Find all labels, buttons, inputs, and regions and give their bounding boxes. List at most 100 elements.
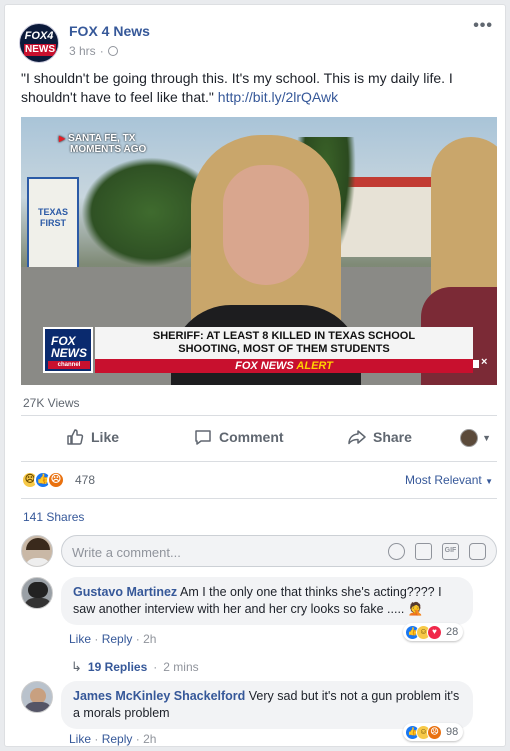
alert-word: ALERT (296, 360, 333, 372)
globe-icon (107, 46, 118, 56)
emoji-icon[interactable] (388, 543, 405, 560)
avatar-hair (26, 538, 50, 550)
divider (21, 461, 497, 462)
speaker-shape (473, 360, 479, 368)
avatar-body (24, 598, 52, 608)
post-meta: 3 hrs · (69, 44, 118, 58)
video-sign: TEXAS FIRST (27, 177, 79, 277)
fox-news-logo: FOX NEWS channel (43, 327, 93, 373)
avatar-body (24, 702, 52, 712)
reactions-summary: ☹ 👍 ☹ 478 Most Relevant ▼ (21, 470, 497, 490)
page-name-link[interactable]: FOX 4 News (69, 23, 150, 39)
share-label: Share (373, 429, 412, 445)
headline-line1: SHERIFF: AT LEAST 8 KILLED IN TEXAS SCHO… (152, 330, 416, 342)
logo-line2: NEWS (51, 346, 87, 360)
alert-prefix: FOX NEWS (235, 360, 294, 372)
post-card: FOX4 NEWS FOX 4 News 3 hrs · ••• "I shou… (4, 4, 506, 747)
angry-reaction-icon: ☹ (47, 471, 65, 489)
commenter-avatar[interactable] (21, 577, 53, 609)
avatar-body (24, 558, 52, 566)
replies-label: 19 Replies (87, 660, 148, 674)
action-bar: Like Comment Share ▼ (21, 427, 497, 453)
comment-time[interactable]: 2h (143, 732, 156, 746)
mute-icon[interactable]: × (473, 356, 489, 371)
comment-reactions[interactable]: 👍 ☺ ☹ 98 (403, 723, 464, 741)
location-line1: SANTA FE, TX (68, 133, 136, 144)
news-lower-third: FOX NEWS channel SHERIFF: AT LEAST 8 KIL… (43, 327, 473, 373)
meta-dot: · (94, 732, 102, 746)
logo-text-bottom: NEWS (24, 44, 56, 56)
camera-icon[interactable] (415, 543, 432, 560)
comment-input[interactable] (72, 542, 372, 562)
user-avatar (460, 429, 479, 447)
meta-dot: · (135, 632, 144, 646)
angry-reaction-icon: ☹ (427, 724, 442, 740)
more-options-icon[interactable]: ••• (473, 17, 493, 35)
page-avatar[interactable]: FOX4 NEWS (19, 23, 59, 63)
meta-dot: · (94, 632, 102, 646)
mute-x: × (481, 356, 488, 368)
comment-button[interactable]: Comment (193, 427, 284, 447)
commenter-name[interactable]: James McKinley Shackelford (73, 689, 245, 703)
post-time[interactable]: 3 hrs (69, 44, 96, 58)
video-player[interactable]: TEXAS FIRST ▶ SANTA FE, TX MOMENTS AGO FO… (21, 117, 497, 385)
logo-text-top: FOX4 (24, 30, 54, 42)
divider (21, 498, 497, 499)
reply-arrow-icon: ↳ (71, 659, 82, 674)
divider (21, 415, 497, 416)
share-icon (348, 430, 366, 445)
post-link[interactable]: http://bit.ly/2lrQAwk (218, 89, 338, 105)
location-arrow-icon: ▶ (59, 134, 66, 143)
meta-dot: · (135, 732, 144, 746)
replies-time: 2 mins (163, 660, 199, 674)
comment-actions: Like · Reply · 2h (69, 632, 156, 646)
sort-comments-dropdown[interactable]: Most Relevant ▼ (405, 473, 493, 487)
thumbs-up-icon (67, 429, 84, 445)
comment-like-link[interactable]: Like (69, 632, 91, 646)
share-button[interactable]: Share (347, 427, 412, 447)
shares-count[interactable]: 141 Shares (23, 510, 84, 524)
gif-icon[interactable]: GIF (442, 543, 459, 560)
comment-reply-link[interactable]: Reply (102, 732, 133, 746)
news-alert-bar: FOX NEWS ALERT (95, 359, 473, 373)
like-button[interactable]: Like (65, 427, 119, 447)
comment-bubble: Gustavo Martinez Am I the only one that … (61, 577, 473, 625)
meta-dot: · (153, 660, 158, 674)
post-text: "I shouldn't be going through this. It's… (21, 69, 491, 107)
love-reaction-icon: ♥ (427, 624, 442, 640)
sticker-icon[interactable] (469, 543, 486, 560)
comment-label: Comment (219, 429, 284, 445)
commenter-name[interactable]: Gustavo Martinez (73, 585, 177, 599)
location-tag: ▶ SANTA FE, TX MOMENTS AGO (59, 133, 146, 155)
avatar-head (28, 582, 48, 598)
comment-reaction-count: 98 (446, 726, 459, 738)
composer-avatar (21, 535, 53, 567)
comment-reaction-count: 28 (446, 626, 459, 638)
reaction-icons[interactable]: ☹ 👍 ☹ (21, 471, 65, 489)
person-face (223, 165, 309, 285)
chevron-down-icon: ▼ (485, 477, 493, 486)
comment-composer[interactable]: GIF (61, 535, 497, 567)
comment-reply-link[interactable]: Reply (102, 632, 133, 646)
comment-time[interactable]: 2h (143, 632, 156, 646)
comment-icon (195, 430, 211, 445)
comment-actions: Like · Reply · 2h (69, 732, 156, 746)
post-as-selector[interactable]: ▼ (460, 429, 491, 447)
comment-like-link[interactable]: Like (69, 732, 91, 746)
commenter-avatar[interactable] (21, 681, 53, 713)
logo-channel: channel (48, 361, 90, 369)
meta-dot: · (99, 44, 104, 58)
sign-text: TEXAS FIRST (37, 207, 68, 228)
reaction-count[interactable]: 478 (75, 473, 95, 487)
view-replies-link[interactable]: ↳ 19 Replies · 2 mins (71, 659, 199, 675)
news-headline: SHERIFF: AT LEAST 8 KILLED IN TEXAS SCHO… (95, 327, 473, 359)
headline-line2: SHOOTING, MOST OF THEM STUDENTS (178, 343, 390, 355)
comment-bubble: James McKinley Shackelford Very sad but … (61, 681, 473, 729)
chevron-down-icon: ▼ (482, 433, 491, 443)
composer-icons: GIF (388, 543, 486, 560)
like-label: Like (91, 429, 120, 445)
location-line2: MOMENTS AGO (70, 144, 147, 155)
view-count: 27K Views (23, 396, 80, 410)
comment-reactions[interactable]: 👍 ☺ ♥ 28 (403, 623, 464, 641)
sort-label: Most Relevant (405, 473, 482, 487)
